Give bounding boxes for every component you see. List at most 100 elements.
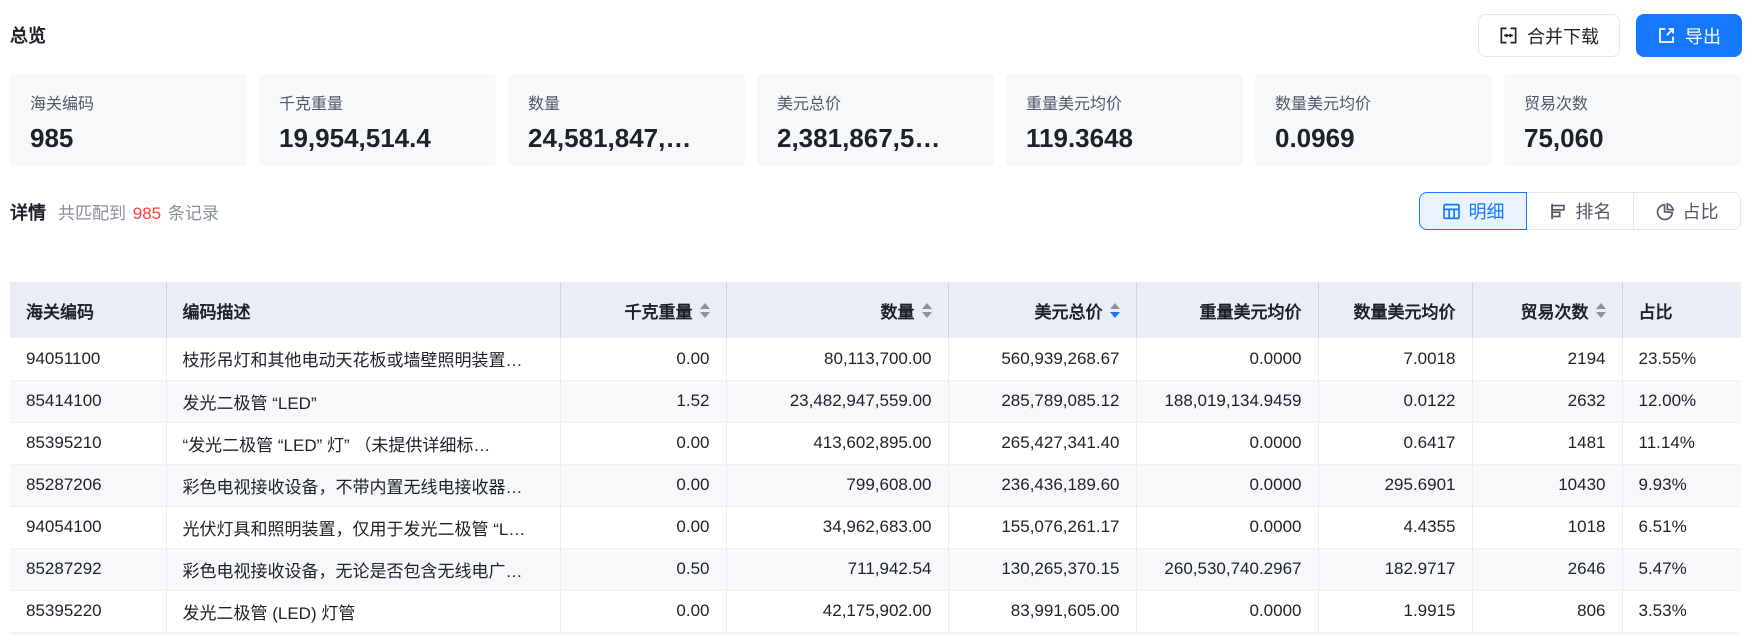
summary-card-label: 千克重量 bbox=[279, 90, 476, 114]
sort-asc-icon bbox=[1110, 303, 1120, 309]
table-row: 85395210“发光二极管 “LED” 灯” （未提供详细标…0.00413,… bbox=[10, 422, 1741, 464]
table-cell: 711,942.54 bbox=[726, 548, 948, 590]
sort-asc-icon bbox=[1596, 303, 1606, 309]
table-cell: 413,602,895.00 bbox=[726, 422, 948, 464]
column-header-label: 数量 bbox=[881, 298, 915, 323]
summary-card-label: 数量 bbox=[528, 90, 725, 114]
pie-icon bbox=[1656, 202, 1675, 221]
table-cell: 0.50 bbox=[560, 548, 726, 590]
table-cell: 1.52 bbox=[560, 380, 726, 422]
column-header-cell: 重量美元均价 bbox=[1153, 298, 1302, 323]
table-cell: 4.4355 bbox=[1318, 506, 1472, 548]
summary-card: 数量美元均价0.0969 bbox=[1255, 74, 1492, 166]
summary-card-value: 0.0969 bbox=[1275, 123, 1472, 154]
table-cell: 彩色电视接收设备，无论是否包含无线电广… bbox=[166, 548, 560, 590]
column-header-cell: 千克重量 bbox=[577, 298, 710, 323]
view-tabs: 明细排名 占比 bbox=[1419, 192, 1741, 230]
summary-card-label: 美元总价 bbox=[777, 90, 974, 114]
table-cell: 23,482,947,559.00 bbox=[726, 380, 948, 422]
sort-desc-icon bbox=[1596, 312, 1606, 318]
table-cell: 0.6417 bbox=[1318, 422, 1472, 464]
table-cell: 5.47% bbox=[1622, 548, 1741, 590]
column-header-cell: 占比 bbox=[1639, 298, 1726, 323]
sort-desc-icon bbox=[700, 312, 710, 318]
details-header: 详情 共匹配到 985 条记录 bbox=[10, 199, 219, 225]
match-suffix: 条记录 bbox=[168, 204, 219, 223]
table-cell: 85287206 bbox=[10, 464, 166, 506]
column-header[interactable]: 贸易次数 bbox=[1472, 282, 1622, 338]
top-bar: 总览 合并下载 导出 bbox=[0, 0, 1751, 62]
table-cell: 10430 bbox=[1472, 464, 1622, 506]
table-cell: “发光二极管 “LED” 灯” （未提供详细标… bbox=[166, 422, 560, 464]
tab-label: 明细 bbox=[1469, 198, 1505, 224]
column-header[interactable]: 千克重量 bbox=[560, 282, 726, 338]
table-cell: 182.9717 bbox=[1318, 548, 1472, 590]
table-cell: 188,019,134.9459 bbox=[1136, 380, 1318, 422]
column-header-cell: 编码描述 bbox=[183, 298, 544, 323]
table-cell: 0.0000 bbox=[1136, 506, 1318, 548]
table-cell: 85395220 bbox=[10, 590, 166, 632]
column-header[interactable]: 美元总价 bbox=[948, 282, 1136, 338]
summary-card-value: 75,060 bbox=[1524, 123, 1721, 154]
table-cell: 130,265,370.15 bbox=[948, 548, 1136, 590]
table-cell: 265,427,341.40 bbox=[948, 422, 1136, 464]
table-cell: 光伏灯具和照明装置，仅用于发光二极管 “L… bbox=[166, 506, 560, 548]
match-count: 985 bbox=[131, 204, 163, 223]
column-header: 编码描述 bbox=[166, 282, 560, 338]
sort-control[interactable] bbox=[1596, 303, 1606, 318]
column-header: 重量美元均价 bbox=[1136, 282, 1318, 338]
summary-card-value: 985 bbox=[30, 123, 227, 154]
sort-control[interactable] bbox=[700, 303, 710, 318]
table-cell: 1.9915 bbox=[1318, 590, 1472, 632]
table-cell: 1018 bbox=[1472, 506, 1622, 548]
tab-proportion[interactable]: 占比 bbox=[1633, 192, 1741, 230]
table-cell: 560,939,268.67 bbox=[948, 338, 1136, 380]
column-header-cell: 数量美元均价 bbox=[1335, 298, 1456, 323]
table-cell: 85287292 bbox=[10, 548, 166, 590]
table-cell: 0.0000 bbox=[1136, 338, 1318, 380]
table-cell: 彩色电视接收设备，不带内置无线电接收器… bbox=[166, 464, 560, 506]
toolbar: 合并下载 导出 bbox=[1478, 14, 1742, 57]
table-cell: 83,991,605.00 bbox=[948, 590, 1136, 632]
column-header-label: 数量美元均价 bbox=[1354, 298, 1456, 323]
summary-card-label: 重量美元均价 bbox=[1026, 90, 1223, 114]
summary-card-label: 海关编码 bbox=[30, 90, 227, 114]
tab-ranking[interactable]: 排名 bbox=[1526, 192, 1634, 230]
table-cell: 0.0000 bbox=[1136, 464, 1318, 506]
column-header-label: 贸易次数 bbox=[1521, 298, 1589, 323]
table-head: 海关编码 编码描述 千克重量 数量 美元总价重量美元均价 数量美元均价 贸易次数 占比 bbox=[10, 282, 1741, 338]
table-cell: 3.53% bbox=[1622, 590, 1741, 632]
table-cell: 285,789,085.12 bbox=[948, 380, 1136, 422]
export-button[interactable]: 导出 bbox=[1636, 14, 1742, 57]
records-table: 海关编码 编码描述 千克重量 数量 美元总价重量美元均价 数量美元均价 贸易次数 占比 940… bbox=[10, 282, 1741, 635]
sort-asc-icon bbox=[922, 303, 932, 309]
sort-control[interactable] bbox=[922, 303, 932, 318]
column-header: 数量美元均价 bbox=[1318, 282, 1472, 338]
tab-detail[interactable]: 明细 bbox=[1419, 192, 1527, 230]
sort-control[interactable] bbox=[1110, 303, 1120, 318]
column-header-label: 编码描述 bbox=[183, 298, 251, 323]
summary-card-value: 24,581,847,… bbox=[528, 123, 725, 154]
merge-download-button[interactable]: 合并下载 bbox=[1478, 14, 1620, 57]
column-header-cell: 海关编码 bbox=[26, 298, 150, 323]
table-cell: 1481 bbox=[1472, 422, 1622, 464]
table-cell: 94051100 bbox=[10, 338, 166, 380]
table-cell: 0.00 bbox=[560, 338, 726, 380]
table-cell: 85395210 bbox=[10, 422, 166, 464]
table-cell: 94054100 bbox=[10, 506, 166, 548]
column-header[interactable]: 数量 bbox=[726, 282, 948, 338]
table-cell: 0.0000 bbox=[1136, 590, 1318, 632]
sort-desc-icon bbox=[922, 312, 932, 318]
table-cell: 295.6901 bbox=[1318, 464, 1472, 506]
tab-label: 占比 bbox=[1683, 198, 1719, 224]
table-cell: 0.00 bbox=[560, 422, 726, 464]
summary-card: 美元总价2,381,867,5… bbox=[757, 74, 994, 166]
table-row: 85414100发光二极管 “LED”1.5223,482,947,559.00… bbox=[10, 380, 1741, 422]
summary-card: 贸易次数75,060 bbox=[1504, 74, 1741, 166]
table-cell: 80,113,700.00 bbox=[726, 338, 948, 380]
table-cell: 806 bbox=[1472, 590, 1622, 632]
column-header-label: 千克重量 bbox=[625, 298, 693, 323]
column-header: 占比 bbox=[1622, 282, 1741, 338]
ranking-icon bbox=[1549, 202, 1568, 221]
table-header-row: 海关编码 编码描述 千克重量 数量 美元总价重量美元均价 数量美元均价 贸易次数 占比 bbox=[10, 282, 1741, 338]
